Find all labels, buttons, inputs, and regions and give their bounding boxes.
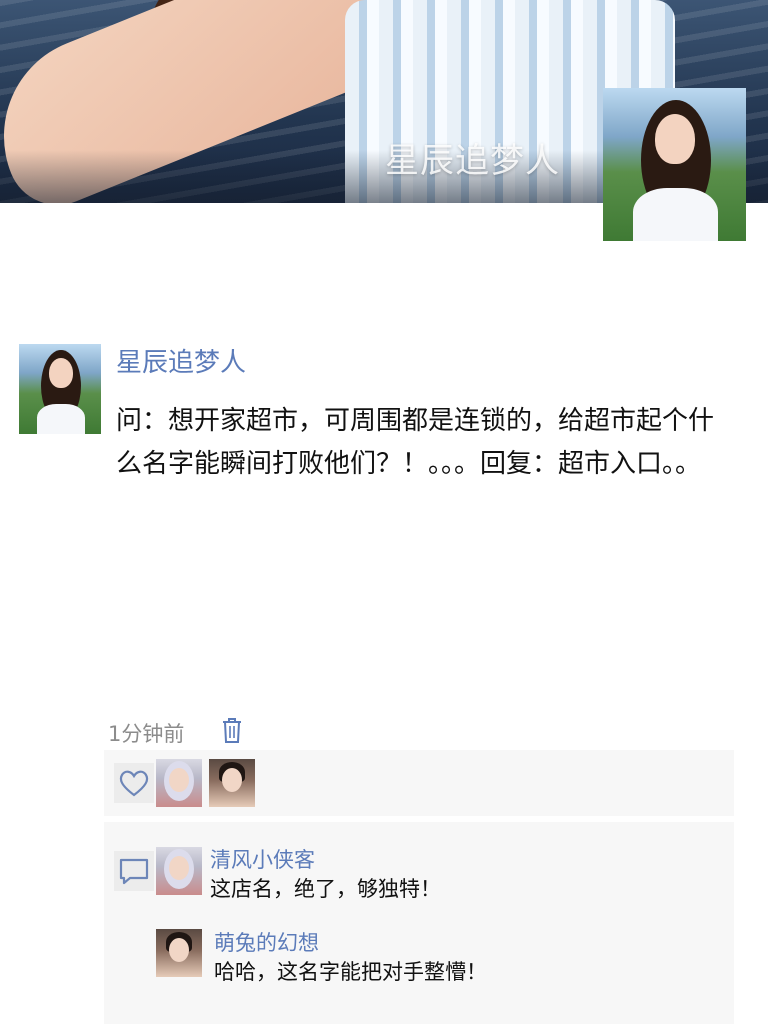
comment-text: 哈哈，这名字能把对手整懵！	[214, 960, 487, 984]
post-text: 问：想开家超市，可周围都是连锁的，给超市起个什么名字能瞬间打败他们？！。。。回复…	[116, 406, 715, 479]
liker-avatar[interactable]	[209, 759, 255, 807]
profile-avatar[interactable]	[603, 88, 746, 241]
heart-icon	[119, 770, 149, 797]
commenter-avatar[interactable]	[156, 847, 202, 895]
avatar-face	[169, 938, 189, 962]
post-time: 1分钟前	[108, 722, 185, 746]
avatar-face	[222, 768, 242, 792]
comment-text: 这店名，绝了，够独特！	[210, 877, 441, 901]
post-author-avatar[interactable]	[19, 344, 101, 434]
comment-icon	[119, 858, 149, 885]
liker-avatar[interactable]	[156, 759, 202, 807]
commenter-avatar[interactable]	[156, 929, 202, 977]
comment-author[interactable]: 清风小侠客	[210, 844, 315, 874]
avatar-face	[655, 114, 695, 164]
avatar-dress	[633, 188, 718, 241]
avatar-dress	[37, 404, 85, 434]
like-button[interactable]	[114, 763, 154, 803]
avatar-face	[169, 768, 189, 792]
trash-icon[interactable]	[220, 716, 244, 744]
avatar-face	[49, 358, 73, 388]
post-username[interactable]: 星辰追梦人	[116, 342, 246, 379]
comment-button[interactable]	[114, 851, 154, 891]
comment-author[interactable]: 萌兔的幻想	[214, 927, 319, 957]
avatar-face	[169, 856, 189, 880]
cover-username: 星辰追梦人	[385, 141, 560, 181]
